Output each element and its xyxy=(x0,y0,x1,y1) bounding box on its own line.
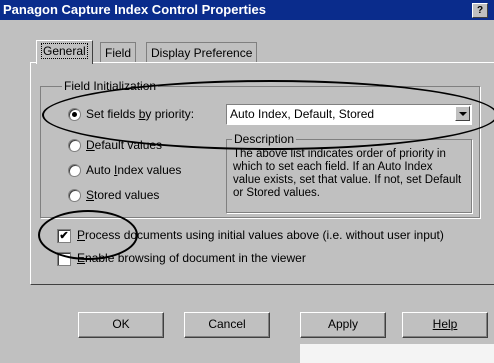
tab-field[interactable]: Field xyxy=(100,42,137,63)
radio-auto-index-values[interactable] xyxy=(68,164,81,177)
description-text: The above list indicates order of priori… xyxy=(233,148,462,199)
field-initialization-label: Field Initialization xyxy=(62,79,159,93)
description-label: Description xyxy=(232,132,297,146)
window-title: Panagon Capture Index Control Properties xyxy=(3,2,266,17)
radio-default-values[interactable] xyxy=(68,139,81,152)
radio-auto-index-values-label: Auto Index values xyxy=(86,163,182,177)
tab-general-label: General xyxy=(41,43,88,59)
tab-display-preference-label: Display Preference xyxy=(151,46,253,60)
help-button[interactable]: Help xyxy=(402,312,488,338)
tab-field-label: Field xyxy=(105,46,132,60)
tab-display-preference[interactable]: Display Preference xyxy=(146,42,258,63)
radio-stored-values[interactable] xyxy=(68,189,81,202)
enable-browsing-label: Enable browsing of document in the viewe… xyxy=(77,251,306,265)
window-background-edge xyxy=(300,344,494,363)
help-icon[interactable]: ? xyxy=(472,3,488,18)
checkmark-icon: ✔ xyxy=(59,230,69,242)
radio-set-by-priority[interactable] xyxy=(68,108,81,121)
radio-set-by-priority-label: Set fields by priority: xyxy=(86,107,195,121)
tab-general[interactable]: General xyxy=(36,40,93,64)
ok-button[interactable]: OK xyxy=(78,312,164,338)
priority-order-select[interactable]: Auto Index, Default, Stored xyxy=(226,104,472,125)
apply-button[interactable]: Apply xyxy=(300,312,386,338)
process-documents-checkbox[interactable]: ✔ xyxy=(57,229,71,243)
priority-order-value: Auto Index, Default, Stored xyxy=(230,107,375,121)
radio-selected-dot xyxy=(72,112,77,117)
properties-dialog: Panagon Capture Index Control Properties… xyxy=(0,0,494,363)
enable-browsing-checkbox[interactable] xyxy=(57,252,71,266)
title-bar: Panagon Capture Index Control Properties… xyxy=(0,0,494,20)
radio-default-values-label: Default values xyxy=(86,138,163,152)
process-documents-label: Process documents using initial values a… xyxy=(77,228,444,242)
cancel-button[interactable]: Cancel xyxy=(184,312,270,338)
chevron-down-icon[interactable] xyxy=(455,106,470,121)
radio-stored-values-label: Stored values xyxy=(86,188,160,202)
